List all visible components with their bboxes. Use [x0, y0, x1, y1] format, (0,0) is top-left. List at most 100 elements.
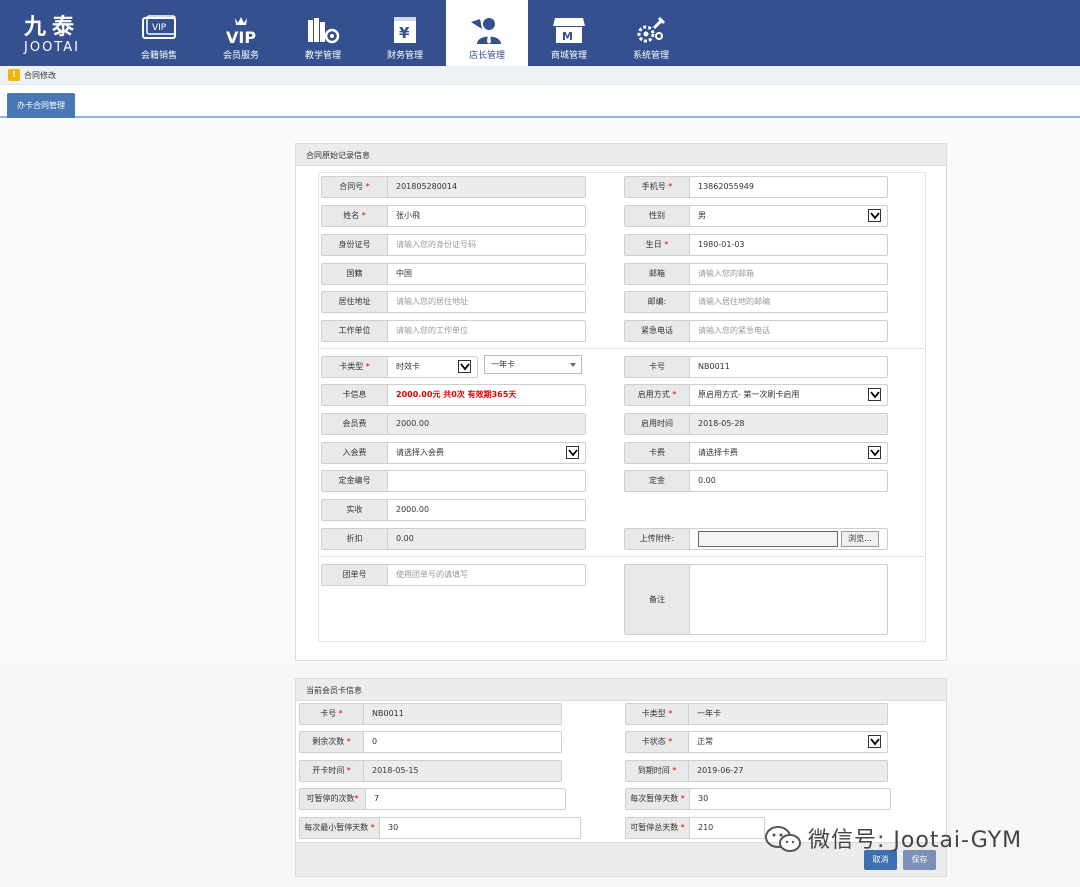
brand-logo[interactable]: 九泰 JOOTAI — [24, 14, 104, 60]
contract-no-value: 201805280014 — [388, 177, 585, 197]
nav-teaching[interactable]: 教学管理 — [282, 0, 364, 66]
email-input[interactable]: 请输入您的邮箱 — [690, 264, 887, 284]
deposit-field[interactable]: 定金 0.00 — [624, 470, 888, 492]
pause-days-each-field[interactable]: 每次暂停天数 * 30 — [625, 788, 891, 810]
chevron-down-icon[interactable] — [868, 735, 881, 748]
name-field[interactable]: 姓名 * 张小飛 — [321, 205, 586, 227]
attachment-field[interactable]: 上传附件: 浏览... — [624, 528, 888, 550]
pause-days-each-input[interactable]: 30 — [690, 789, 890, 809]
chevron-down-icon[interactable] — [868, 209, 881, 222]
workplace-field[interactable]: 工作单位 请输入您的工作单位 — [321, 320, 586, 342]
pause-times-field[interactable]: 可暂停的次数* 7 — [299, 788, 566, 810]
total-pause-days-input[interactable]: 210 — [690, 818, 764, 838]
books-gear-icon — [304, 14, 342, 46]
remaining-times-input[interactable]: 0 — [364, 732, 561, 752]
browse-button[interactable]: 浏览... — [841, 531, 879, 547]
deposit-input[interactable]: 0.00 — [690, 471, 887, 491]
divider — [318, 556, 924, 557]
min-pause-days-field[interactable]: 每次最小暂停天数 * 30 — [299, 817, 581, 839]
workplace-input[interactable]: 请输入您的工作单位 — [388, 321, 585, 341]
card-no-readonly-field: 卡号 * NB0011 — [299, 703, 562, 725]
min-pause-days-input[interactable]: 30 — [380, 818, 580, 838]
svg-text:VIP: VIP — [226, 28, 256, 46]
enable-mode-select[interactable]: 启用方式 * 原启用方式- 第一次刷卡启用 — [624, 384, 888, 406]
card-status-select[interactable]: 卡状态 * 正常 — [625, 731, 888, 753]
nationality-input[interactable]: 中国 — [388, 264, 585, 284]
card-fee-select[interactable]: 卡费 请选择卡费 — [624, 442, 888, 464]
nav-finance[interactable]: ¥ 财务管理 — [364, 0, 446, 66]
logo-cn: 九泰 — [24, 14, 81, 40]
group-no-input[interactable]: 使用团单号的请填写 — [388, 565, 585, 585]
card-no-field[interactable]: 卡号 NB0011 — [624, 356, 888, 378]
id-card-field[interactable]: 身份证号 请输入您的身份证号码 — [321, 234, 586, 256]
chevron-down-icon[interactable] — [458, 360, 471, 373]
name-input[interactable]: 张小飛 — [388, 206, 585, 226]
nav-label: 店长管理 — [468, 51, 505, 61]
address-input[interactable]: 请输入您的居住地址 — [388, 292, 585, 312]
card-type-select[interactable]: 卡类型 * 时效卡 — [321, 356, 478, 378]
nav-system[interactable]: 系统管理 — [610, 0, 692, 66]
discount-value: 0.00 — [388, 529, 585, 549]
postcode-input[interactable]: 请输入居住地的邮编 — [690, 292, 887, 312]
panel-title: 当前会员卡信息 — [306, 686, 362, 695]
enable-time-value: 2018-05-28 — [690, 414, 887, 434]
deposit-no-input[interactable] — [388, 471, 585, 491]
nav-member-service[interactable]: VIP 会员服务 — [200, 0, 282, 66]
nav-store-manager[interactable]: 店长管理 — [446, 0, 528, 66]
svg-text:¥: ¥ — [399, 24, 410, 42]
enable-mode-value[interactable]: 原启用方式- 第一次刷卡启用 — [690, 385, 863, 405]
address-field[interactable]: 居住地址 请输入您的居住地址 — [321, 291, 586, 313]
watermark-text: 微信号: Jootai-GYM — [808, 828, 1023, 853]
emergency-phone-field[interactable]: 紧急电话 请输入您的紧急电话 — [624, 320, 888, 342]
deposit-no-field[interactable]: 定金编号 — [321, 470, 586, 492]
tab-contract-management[interactable]: 办卡合同管理 — [7, 93, 75, 118]
card-subtype-select[interactable]: 一年卡 — [484, 355, 582, 374]
vip-card-icon: VIP — [140, 14, 178, 46]
chevron-down-icon[interactable] — [566, 446, 579, 459]
join-fee-value[interactable]: 请选择入会费 — [388, 443, 585, 463]
nav-membership-sales[interactable]: VIP 会籍销售 — [118, 0, 200, 66]
card-no-input[interactable]: NB0011 — [690, 357, 887, 377]
pause-times-input[interactable]: 7 — [366, 789, 565, 809]
card-no-value: NB0011 — [364, 704, 561, 724]
phone-field[interactable]: 手机号 * 13862055949 — [624, 176, 888, 198]
id-card-input[interactable]: 请输入您的身份证号码 — [388, 235, 585, 255]
caret-down-icon — [570, 363, 576, 367]
remark-textarea[interactable] — [690, 565, 887, 634]
phone-input[interactable]: 13862055949 — [690, 177, 887, 197]
nav-mall[interactable]: M 商城管理 — [528, 0, 610, 66]
panel-header: 合同原始记录信息 — [296, 144, 946, 166]
member-fee-field: 会员费 2000.00 — [321, 413, 586, 435]
card-fee-value[interactable]: 请选择卡费 — [690, 443, 887, 463]
join-fee-select[interactable]: 入会费 请选择入会费 — [321, 442, 586, 464]
remark-field[interactable]: 备注 — [624, 564, 888, 635]
nationality-field[interactable]: 国籍 中国 — [321, 263, 586, 285]
divider — [318, 348, 924, 349]
store-icon: M — [550, 14, 588, 46]
emergency-phone-input[interactable]: 请输入您的紧急电话 — [690, 321, 887, 341]
birthday-input[interactable]: 1980-01-03 — [690, 235, 887, 255]
card-type-value: 一年卡 — [689, 704, 887, 724]
card-status-value[interactable]: 正常 — [689, 732, 887, 752]
gender-value[interactable]: 男 — [690, 206, 887, 226]
total-pause-days-field[interactable]: 可暂停总天数 * 210 — [625, 817, 765, 839]
nav-label: 系统管理 — [632, 51, 669, 61]
group-no-field[interactable]: 团单号 使用团单号的请填写 — [321, 564, 586, 586]
file-path-input[interactable] — [698, 531, 838, 547]
gender-select[interactable]: 性别 男 — [624, 205, 888, 227]
open-time-value: 2018-05-15 — [364, 761, 561, 781]
paid-input[interactable]: 2000.00 — [388, 500, 585, 520]
chevron-down-icon[interactable] — [868, 388, 881, 401]
chevron-down-icon[interactable] — [868, 446, 881, 459]
birthday-field[interactable]: 生日 * 1980-01-03 — [624, 234, 888, 256]
yen-icon: ¥ — [386, 14, 424, 46]
remaining-times-field[interactable]: 剩余次数 * 0 — [299, 731, 562, 753]
email-field[interactable]: 邮箱 请输入您的邮箱 — [624, 263, 888, 285]
paid-field[interactable]: 实收 2000.00 — [321, 499, 586, 521]
contract-no-field: 合同号 * 201805280014 — [321, 176, 586, 198]
member-fee-value: 2000.00 — [388, 414, 585, 434]
panel-title: 合同原始记录信息 — [306, 151, 370, 160]
top-nav-bar: 九泰 JOOTAI VIP 会籍销售 VIP 会员服务 教学管理 ¥ 财务管理 … — [0, 0, 1080, 66]
expire-time-value: 2019-06-27 — [689, 761, 887, 781]
postcode-field[interactable]: 邮编: 请输入居住地的邮编 — [624, 291, 888, 313]
